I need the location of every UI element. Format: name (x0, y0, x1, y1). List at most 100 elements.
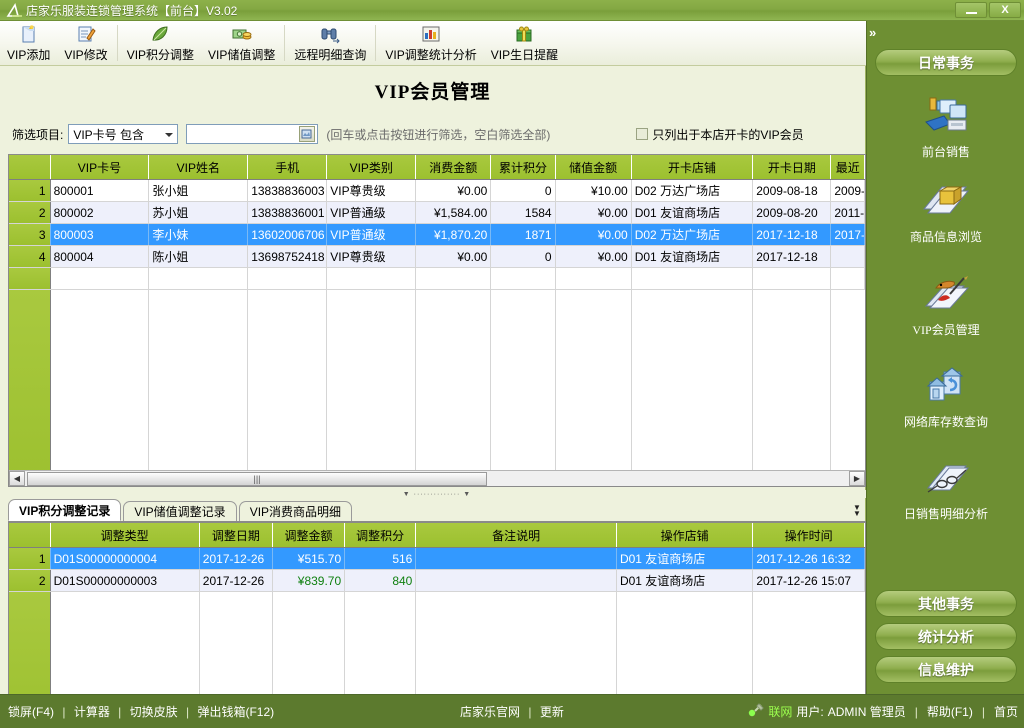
table-row[interactable]: 4 800004 陈小姐 13698752418 VIP尊贵级 ¥0.00 0 … (9, 246, 865, 268)
toolbar-separator (375, 25, 377, 61)
detail-table-row[interactable]: 2 D01S00000000003 2017-12-26 ¥839.70 840… (9, 570, 865, 592)
cell-mobile: 13838836003 (248, 180, 328, 201)
sidebar-group-info-maintenance[interactable]: 信息维护 (875, 656, 1017, 683)
row-number: 2 (9, 202, 51, 223)
col-header-open-store[interactable]: 开卡店铺 (632, 155, 754, 179)
filter-field-select[interactable]: VIP卡号 包含 (68, 124, 179, 144)
toolbar-vip-birthday-reminder[interactable]: VIP生日提醒 (484, 21, 565, 66)
window-controls: X (955, 2, 1024, 18)
tab-consume-product-detail[interactable]: VIP消费商品明细 (238, 501, 353, 521)
vip-member-grid[interactable]: VIP卡号 VIP姓名 手机 VIP类别 消费金额 累计积分 储值金额 开卡店铺… (8, 154, 866, 487)
col-header-remark[interactable]: 备注说明 (416, 523, 617, 547)
tab-points-adjust-records[interactable]: VIP积分调整记录 (8, 499, 122, 521)
sidebar-expand-icon[interactable]: » (869, 26, 876, 39)
sidebar-group-daily-tasks[interactable]: 日常事务 (875, 49, 1017, 76)
col-header-operate-time[interactable]: 操作时间 (753, 523, 865, 547)
cell-adjust-date: 2017-12-26 (200, 548, 273, 569)
cell-open-date: 2009-08-18 (753, 180, 832, 201)
detail-table-row-selected[interactable]: 1 D01S00000000004 2017-12-26 ¥515.70 516… (9, 548, 865, 570)
cell-points: 1871 (491, 224, 556, 245)
grid-empty-area (9, 268, 865, 486)
table-row-selected[interactable]: 3 800003 李小妹 13602006706 VIP普通级 ¥1,870.2… (9, 224, 865, 246)
table-row[interactable]: 1 800001 张小姐 13838836003 VIP尊贵级 ¥0.00 0 … (9, 180, 865, 202)
col-header-operate-store[interactable]: 操作店铺 (617, 523, 754, 547)
hscroll-track[interactable] (487, 471, 849, 486)
sidebar-item-network-stock[interactable]: 网络库存数查询 (875, 361, 1017, 445)
sidebar-group-other-tasks[interactable]: 其他事务 (875, 590, 1017, 617)
col-header-stored[interactable]: 储值金额 (556, 155, 632, 179)
filter-search-input[interactable] (189, 126, 298, 142)
col-header-rownum[interactable] (9, 523, 51, 547)
toolbar-vip-stored-adjust[interactable]: VIP储值调整 (201, 21, 282, 66)
col-header-adjust-date[interactable]: 调整日期 (200, 523, 273, 547)
col-header-card-no[interactable]: VIP卡号 (51, 155, 150, 179)
col-header-open-date[interactable]: 开卡日期 (753, 155, 832, 179)
sidebar-item-product-browse[interactable]: 商品信息浏览 (875, 176, 1017, 260)
grid-horizontal-scrollbar[interactable]: ◀ ||| ▶ (9, 470, 865, 486)
col-header-mobile[interactable]: 手机 (248, 155, 328, 179)
detail-grid-header-row: 调整类型 调整日期 调整金额 调整积分 备注说明 操作店铺 操作时间 (9, 523, 865, 548)
toolbar-vip-edit[interactable]: VIP修改 (57, 21, 114, 66)
status-mid-group: 店家乐官网 | 更新 (460, 703, 564, 720)
hscroll-thumb[interactable]: ||| (27, 471, 487, 486)
tab-overflow-menu-icon[interactable]: ▼ ▼ (848, 501, 866, 521)
sidebar-item-label: 网络库存数查询 (903, 415, 988, 429)
cell-adjust-points: 516 (345, 548, 417, 569)
status-help[interactable]: 帮助(F1) (927, 703, 973, 720)
status-lock-screen[interactable]: 锁屏(F4) (8, 705, 54, 719)
empty-cell (327, 268, 417, 289)
col-header-name[interactable]: VIP姓名 (149, 155, 249, 179)
cell-stored: ¥10.00 (556, 180, 632, 201)
status-right-group: 联网 用户: ADMIN 管理员 | 帮助(F1) | 首页 (748, 703, 1018, 720)
col-header-adjust-type[interactable]: 调整类型 (51, 523, 200, 547)
status-home[interactable]: 首页 (994, 703, 1018, 720)
col-header-adjust-amount[interactable]: 调整金额 (273, 523, 346, 547)
minimize-button[interactable] (955, 2, 987, 18)
cell-card-no: 800002 (51, 202, 150, 223)
cell-operate-time: 2017-12-26 15:07 (753, 570, 865, 591)
edit-page-icon (76, 23, 96, 45)
toolbar-remote-detail-query[interactable]: 远程明细查询 (287, 21, 373, 66)
filter-local-store-checkbox[interactable]: 只列出于本店开卡的VIP会员 (636, 126, 804, 143)
toolbar-label: VIP储值调整 (208, 48, 276, 62)
sidebar-item-pos-sales[interactable]: 前台销售 (875, 91, 1017, 175)
sidebar-item-label: 日销售明细分析 (903, 507, 988, 521)
sidebar-item-vip-member[interactable]: VIP会员管理 (875, 269, 1017, 353)
close-button[interactable]: X (989, 2, 1021, 18)
status-calculator[interactable]: 计算器 (74, 705, 110, 719)
cell-name: 李小妹 (149, 224, 249, 245)
status-separator: | (981, 704, 985, 719)
window-titlebar: 店家乐服装连锁管理系统【前台】V3.02 X (0, 0, 1024, 21)
chevron-down-icon (165, 133, 174, 137)
toolbar-vip-points-adjust[interactable]: VIP积分调整 (120, 21, 201, 66)
status-switch-skin[interactable]: 切换皮肤 (130, 705, 178, 719)
col-header-rownum[interactable] (9, 155, 51, 179)
scroll-right-icon[interactable]: ▶ (849, 471, 865, 486)
cell-stored: ¥0.00 (556, 246, 632, 267)
cell-points: 1584 (491, 202, 556, 223)
pane-splitter[interactable]: ▼ ·············· ▼ (8, 490, 866, 498)
status-open-cashbox[interactable]: 弹出钱箱(F12) (197, 705, 274, 719)
toolbar-vip-adjust-statistics[interactable]: VIP调整统计分析 (378, 21, 483, 66)
scroll-left-icon[interactable]: ◀ (9, 471, 25, 486)
toolbar-vip-add[interactable]: VIP添加 (0, 21, 57, 66)
col-header-recent[interactable]: 最近 (831, 155, 865, 179)
tab-stored-adjust-records[interactable]: VIP储值调整记录 (123, 501, 237, 521)
detail-tabstrip: VIP积分调整记录 VIP储值调整记录 VIP消费商品明细 ▼ ▼ (8, 499, 866, 522)
filter-search-button[interactable] (299, 126, 316, 142)
cell-mobile: 13698752418 (248, 246, 328, 267)
empty-col (327, 290, 417, 486)
sidebar-group-statistics[interactable]: 统计分析 (875, 623, 1017, 650)
sidebar-item-sales-analysis[interactable]: 日销售明细分析 (875, 453, 1017, 537)
cell-operate-store: D01 友谊商场店 (617, 570, 754, 591)
col-header-consume[interactable]: 消费金额 (416, 155, 492, 179)
empty-cell (248, 268, 328, 289)
col-header-adjust-points[interactable]: 调整积分 (345, 523, 417, 547)
status-official-site[interactable]: 店家乐官网 (460, 705, 520, 719)
col-header-category[interactable]: VIP类别 (327, 155, 417, 179)
cell-open-store: D02 万达广场店 (632, 224, 754, 245)
table-row[interactable]: 2 800002 苏小姐 13838836001 VIP普通级 ¥1,584.0… (9, 202, 865, 224)
col-header-points[interactable]: 累计积分 (491, 155, 556, 179)
status-update[interactable]: 更新 (540, 705, 564, 719)
new-page-icon (19, 23, 39, 45)
